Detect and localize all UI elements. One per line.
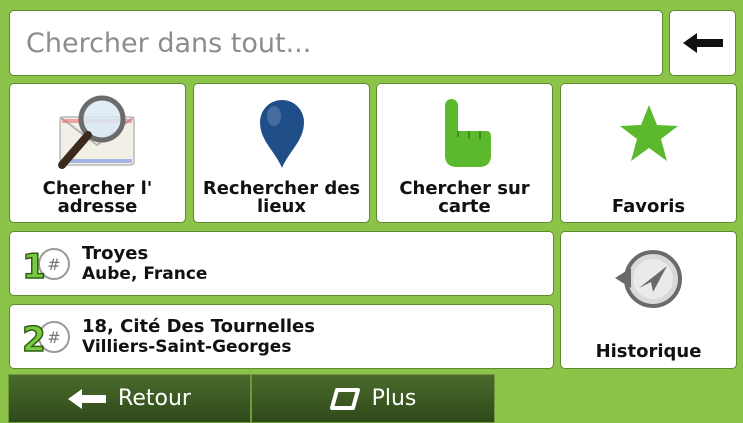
history-item-1[interactable]: # 1 Troyes Aube, France xyxy=(9,231,554,296)
search-on-map-button[interactable]: Chercher sur carte xyxy=(376,83,553,223)
search-address-label: Chercher l' adresse xyxy=(42,178,153,217)
search-field[interactable] xyxy=(9,10,663,76)
history-label: Historique xyxy=(595,341,702,362)
more-label: Plus xyxy=(371,386,417,411)
back-label: Retour xyxy=(118,386,191,411)
search-places-button[interactable]: Rechercher des lieux xyxy=(193,83,370,223)
magnifier-envelope-icon xyxy=(10,90,185,176)
svg-text:1: 1 xyxy=(22,247,46,284)
pointing-hand-icon xyxy=(377,90,552,176)
history-number-2-icon: # 2 xyxy=(10,317,82,357)
back-arrow-icon xyxy=(68,388,107,409)
backspace-button[interactable] xyxy=(669,10,736,76)
back-button[interactable]: Retour xyxy=(8,374,251,423)
svg-text:2: 2 xyxy=(22,320,46,357)
svg-text:#: # xyxy=(47,255,60,274)
history-item-1-subtitle: Aube, France xyxy=(82,264,208,284)
search-places-label: Rechercher des lieux xyxy=(202,178,361,217)
search-address-button[interactable]: Chercher l' adresse xyxy=(9,83,186,223)
history-item-2[interactable]: # 2 18, Cité Des Tournelles Villiers-Sai… xyxy=(9,304,554,369)
history-icon xyxy=(561,248,736,310)
star-icon xyxy=(561,90,736,176)
map-pin-icon xyxy=(194,90,369,176)
history-button[interactable]: Historique xyxy=(560,231,737,369)
search-on-map-label: Chercher sur carte xyxy=(399,178,530,217)
backspace-arrow-icon xyxy=(682,33,723,53)
history-number-1-icon: # 1 xyxy=(10,244,82,284)
history-item-2-title: 18, Cité Des Tournelles xyxy=(82,316,315,337)
history-item-1-title: Troyes xyxy=(82,243,149,264)
more-icon xyxy=(329,387,360,410)
svg-text:#: # xyxy=(47,328,60,347)
search-input[interactable] xyxy=(24,26,662,60)
history-item-2-subtitle: Villiers-Saint-Georges xyxy=(82,337,292,357)
more-button[interactable]: Plus xyxy=(251,374,495,423)
favorites-label: Favoris xyxy=(611,196,686,217)
favorites-button[interactable]: Favoris xyxy=(560,83,737,223)
bottom-bar: Retour Plus xyxy=(0,374,743,423)
